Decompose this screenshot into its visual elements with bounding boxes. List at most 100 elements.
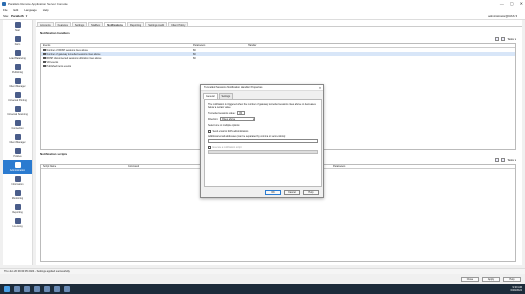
reporting-icon bbox=[14, 204, 21, 210]
licensing-icon bbox=[14, 218, 21, 224]
sidebar-item-licensing[interactable]: Licensing bbox=[3, 216, 32, 230]
dialog-body: The notification is triggered when the n… bbox=[204, 99, 322, 187]
row-checkbox[interactable] bbox=[43, 56, 46, 60]
dialog-help-button[interactable]: Help bbox=[303, 190, 319, 195]
column-header-parameters[interactable]: Parameters bbox=[191, 44, 246, 47]
sidebar-item-policies[interactable]: Policies bbox=[3, 146, 32, 160]
add-icon[interactable] bbox=[495, 158, 500, 162]
tab-notifications[interactable]: Notifications bbox=[104, 22, 126, 27]
tab-settings[interactable]: Settings bbox=[71, 22, 88, 27]
threshold-input[interactable]: 80 bbox=[237, 111, 246, 115]
scripts-tasks-button[interactable]: Tasks ▾ bbox=[507, 159, 516, 162]
handlers-tasks-button[interactable]: Tasks ▾ bbox=[507, 38, 516, 41]
column-header-handler[interactable]: Handler bbox=[246, 44, 346, 47]
taskbar: 9:30 AM 6/20/2024 bbox=[0, 284, 525, 294]
menu-file[interactable]: File bbox=[3, 8, 8, 12]
menu-language[interactable]: Language bbox=[24, 8, 36, 12]
dialog-description: The notification is triggered when the n… bbox=[208, 103, 316, 109]
help-button[interactable]: Help bbox=[503, 277, 521, 282]
script-checkbox[interactable] bbox=[208, 146, 211, 149]
server-manager-icon[interactable] bbox=[54, 286, 60, 292]
scanner-icon bbox=[14, 106, 21, 112]
handler-properties-dialog: Tunnelled Sessions Notification Handler … bbox=[200, 84, 324, 198]
send-email-option[interactable]: Send email to RAS administrators bbox=[208, 130, 318, 133]
sidebar-item-monitoring[interactable]: Monitoring bbox=[3, 188, 32, 202]
column-header-script-name[interactable]: Script Name bbox=[41, 165, 126, 168]
direction-select[interactable]: Rises above ▾ bbox=[220, 117, 256, 121]
direction-row: Direction: Rises above ▾ bbox=[208, 117, 318, 121]
sidebar-item-client-manager[interactable]: Client Manager bbox=[3, 76, 32, 90]
sidebar-item-information[interactable]: Information bbox=[3, 174, 32, 188]
direction-label: Direction: bbox=[208, 117, 219, 121]
status-bar: Thu Jun 20 09:30:05 2024 - Settings appl… bbox=[0, 268, 525, 274]
maximize-icon[interactable]: ▢ bbox=[510, 1, 514, 6]
sidebar-item-connection[interactable]: Connection bbox=[3, 118, 32, 132]
sidebar-item-universal-printing[interactable]: Universal Printing bbox=[3, 90, 32, 104]
user-account[interactable]: administrator@RAS ▾ bbox=[488, 14, 517, 18]
additional-email-label: Additional email addresses (can be separ… bbox=[208, 135, 286, 138]
add-icon[interactable] bbox=[495, 37, 500, 41]
sidebar-item-farm[interactable]: Farm bbox=[3, 34, 32, 48]
file-explorer-icon[interactable] bbox=[34, 286, 40, 292]
sidebar-item-start[interactable]: Start bbox=[3, 20, 32, 34]
send-email-checkbox[interactable] bbox=[208, 130, 211, 133]
ok-button[interactable]: OK bbox=[265, 190, 281, 195]
row-checkbox[interactable] bbox=[43, 52, 46, 56]
cancel-button[interactable]: Cancel bbox=[284, 190, 300, 195]
system-tray[interactable]: 9:30 AM 6/20/2024 bbox=[510, 286, 522, 292]
close-icon[interactable]: ✕ bbox=[520, 1, 523, 6]
chevron-down-icon: ▾ bbox=[252, 117, 255, 121]
table-row[interactable]: Published items events bbox=[41, 64, 515, 68]
close-icon[interactable]: × bbox=[319, 86, 321, 90]
site-selector[interactable]: Site: ParallelS ▾ bbox=[3, 14, 27, 18]
browser-icon[interactable] bbox=[44, 286, 50, 292]
client-icon bbox=[14, 134, 21, 140]
script-select bbox=[208, 150, 318, 154]
sidebar-item-publishing[interactable]: Publishing bbox=[3, 62, 32, 76]
windows-start-icon[interactable] bbox=[4, 286, 10, 292]
ras-console-icon[interactable] bbox=[64, 286, 70, 292]
minimize-icon[interactable]: — bbox=[500, 1, 504, 6]
column-header-parameters[interactable]: Parameters bbox=[331, 165, 431, 168]
connection-icon bbox=[14, 120, 21, 126]
dialog-buttons: OK Cancel Help bbox=[265, 190, 319, 195]
printer-icon bbox=[14, 92, 21, 98]
apply-button[interactable]: Apply bbox=[482, 277, 500, 282]
tab-features[interactable]: Features bbox=[54, 22, 71, 27]
task-view-icon[interactable] bbox=[24, 286, 30, 292]
row-checkbox[interactable] bbox=[43, 60, 46, 64]
menu-help[interactable]: Help bbox=[43, 8, 49, 12]
policies-icon bbox=[14, 148, 21, 154]
tab-accounts[interactable]: Accounts bbox=[37, 22, 54, 27]
sidebar-item-administration[interactable]: Administration bbox=[3, 160, 32, 174]
site-value[interactable]: ParallelS bbox=[11, 14, 24, 18]
refresh-icon[interactable] bbox=[501, 37, 506, 41]
footer-buttons: Close Apply Help bbox=[461, 277, 521, 282]
tab-client-policy[interactable]: Client Policy bbox=[168, 22, 189, 27]
chevron-down-icon[interactable]: ▾ bbox=[26, 14, 28, 18]
select-hint: Select one or multiple options: bbox=[208, 124, 241, 127]
start-icon bbox=[14, 22, 21, 28]
window-title: Parallels Remote Application Server Cons… bbox=[8, 1, 68, 6]
column-header-events[interactable]: Events bbox=[41, 44, 191, 47]
farm-icon bbox=[14, 36, 21, 42]
sidebar-item-client[interactable]: Client Manager bbox=[3, 132, 32, 146]
row-checkbox[interactable] bbox=[43, 64, 46, 68]
site-label: Site: bbox=[3, 13, 10, 18]
refresh-icon[interactable] bbox=[501, 158, 506, 162]
tab-reporting[interactable]: Reporting bbox=[126, 22, 145, 27]
handlers-title: Notification handlers bbox=[40, 31, 70, 35]
script-option[interactable]: Execute a notification script bbox=[208, 146, 318, 149]
tab-settings-audit[interactable]: Settings Audit bbox=[145, 22, 168, 27]
sidebar-item-universal-scanning[interactable]: Universal Scanning bbox=[3, 104, 32, 118]
sidebar-item-load-balancing[interactable]: Load Balancing bbox=[3, 48, 32, 62]
tab-mailbox[interactable]: Mailbox bbox=[88, 22, 104, 27]
close-button[interactable]: Close bbox=[461, 277, 479, 282]
menu-edit[interactable]: Edit bbox=[14, 8, 19, 12]
search-icon[interactable] bbox=[14, 286, 20, 292]
additional-email-input[interactable] bbox=[208, 139, 318, 143]
sidebar-item-reporting[interactable]: Reporting bbox=[3, 202, 32, 216]
dialog-tabs: General Settings bbox=[201, 91, 323, 99]
row-checkbox[interactable] bbox=[43, 48, 46, 52]
scripts-tools: Tasks ▾ bbox=[495, 158, 516, 162]
